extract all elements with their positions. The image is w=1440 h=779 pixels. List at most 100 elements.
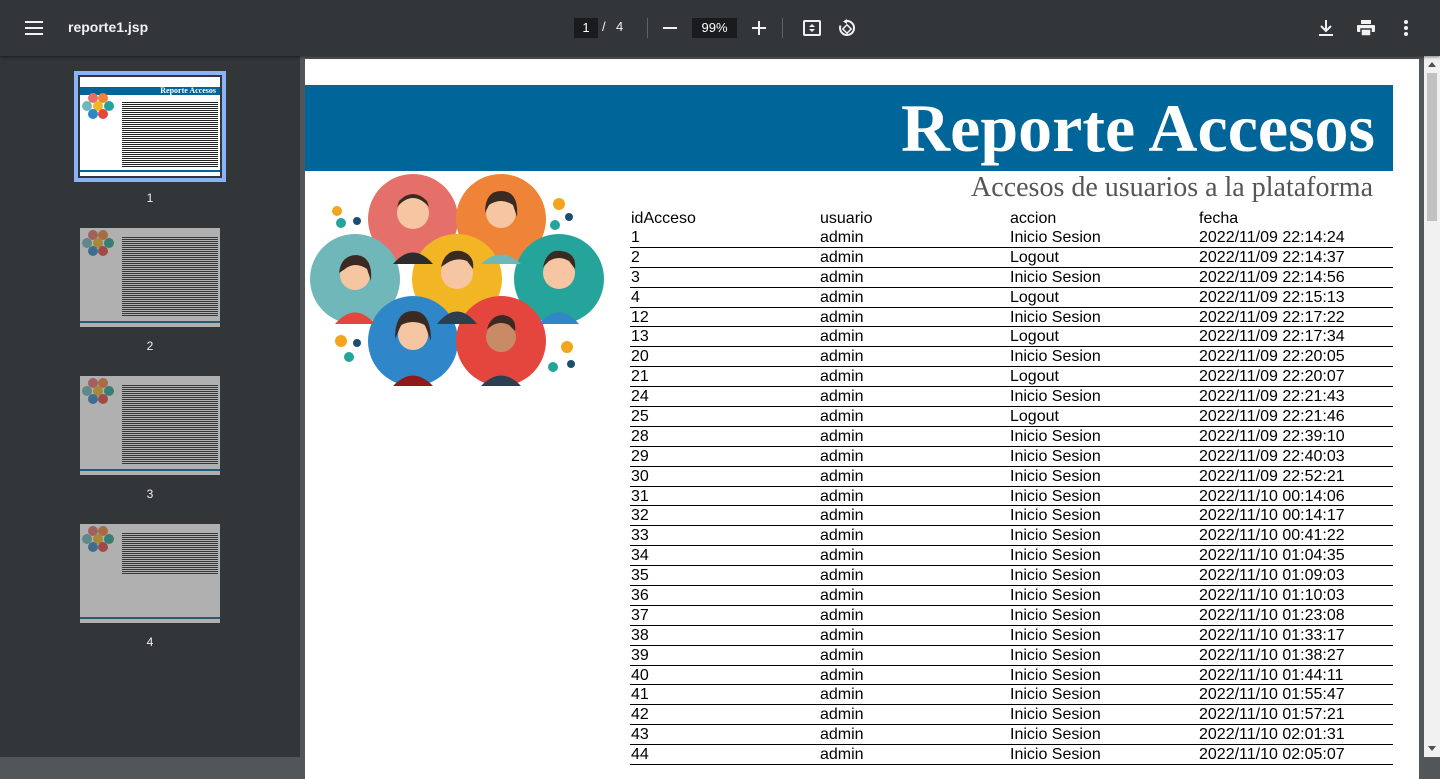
- date-cell: 2022/11/10 00:14:06: [1199, 487, 1345, 505]
- action-cell: Inicio Sesion: [1010, 666, 1101, 684]
- date-cell: 2022/11/09 22:21:46: [1199, 408, 1345, 426]
- id-cell: 42: [631, 706, 649, 724]
- thumbnail-footer: [80, 617, 220, 619]
- table-row: 35 admin Inicio Sesion 2022/11/10 01:09:03: [630, 566, 1393, 587]
- pdf-toolbar: reporte1.jsp 1 / 4 99%: [0, 0, 1440, 56]
- user-cell: admin: [820, 368, 864, 386]
- thumbnail-footer: [80, 321, 220, 323]
- user-cell: admin: [820, 447, 864, 465]
- date-cell: 2022/11/09 22:17:34: [1199, 328, 1345, 346]
- user-cell: admin: [820, 626, 864, 644]
- action-cell: Logout: [1010, 368, 1059, 386]
- id-cell: 4: [631, 288, 640, 306]
- vertical-scrollbar[interactable]: [1424, 56, 1440, 757]
- scroll-up-arrow-icon[interactable]: [1428, 62, 1436, 67]
- fit-page-icon[interactable]: [798, 14, 826, 42]
- table-row: 1 admin Inicio Sesion 2022/11/09 22:14:24: [630, 228, 1393, 248]
- user-cell: admin: [820, 308, 864, 326]
- table-row: 41 admin Inicio Sesion 2022/11/10 01:55:47: [630, 685, 1393, 706]
- page-thumbnail-3[interactable]: [80, 376, 220, 475]
- table-row: 32 admin Inicio Sesion 2022/11/10 00:14:17: [630, 506, 1393, 527]
- user-cell: admin: [820, 587, 864, 605]
- user-cell: admin: [820, 666, 864, 684]
- thumbnail-people-image: [82, 230, 120, 258]
- user-cell: admin: [820, 606, 864, 624]
- table-row: 13 admin Logout 2022/11/09 22:17:34: [630, 327, 1393, 348]
- download-icon[interactable]: [1312, 14, 1340, 42]
- action-cell: Logout: [1010, 328, 1059, 346]
- zoom-out-icon[interactable]: [656, 14, 684, 42]
- action-cell: Inicio Sesion: [1010, 308, 1101, 326]
- date-cell: 2022/11/10 02:05:07: [1199, 746, 1345, 764]
- date-cell: 2022/11/09 22:40:03: [1199, 447, 1345, 465]
- id-cell: 3: [631, 268, 640, 286]
- id-cell: 25: [631, 408, 649, 426]
- id-cell: 34: [631, 547, 649, 565]
- action-cell: Inicio Sesion: [1010, 706, 1101, 724]
- user-cell: admin: [820, 746, 864, 764]
- date-cell: 2022/11/10 00:14:17: [1199, 507, 1345, 525]
- page-thumbnail-4[interactable]: [80, 524, 220, 623]
- date-cell: 2022/11/10 01:23:08: [1199, 606, 1345, 624]
- id-cell: 12: [631, 308, 649, 326]
- user-cell: admin: [820, 507, 864, 525]
- thumbnail-table: [122, 532, 218, 574]
- date-cell: 2022/11/09 22:39:10: [1199, 427, 1345, 445]
- action-cell: Inicio Sesion: [1010, 646, 1101, 664]
- page-thumbnail-2[interactable]: [80, 228, 220, 327]
- action-cell: Inicio Sesion: [1010, 726, 1101, 744]
- page-number-input[interactable]: 1: [574, 18, 598, 38]
- table-row: 21 admin Logout 2022/11/09 22:20:07: [630, 367, 1393, 388]
- toolbar-divider: [782, 18, 783, 38]
- action-cell: Inicio Sesion: [1010, 268, 1101, 286]
- report-banner: Reporte Accesos: [305, 85, 1393, 171]
- zoom-in-icon[interactable]: [745, 14, 773, 42]
- thumbnail-table: [122, 384, 218, 464]
- table-row: 33 admin Inicio Sesion 2022/11/10 00:41:22: [630, 526, 1393, 547]
- action-cell: Inicio Sesion: [1010, 527, 1101, 545]
- table-row: 30 admin Inicio Sesion 2022/11/09 22:52:21: [630, 467, 1393, 487]
- id-cell: 37: [631, 606, 649, 624]
- thumbnail-table: [122, 236, 218, 316]
- id-cell: 24: [631, 388, 649, 406]
- user-cell: admin: [820, 408, 864, 426]
- table-row: 25 admin Logout 2022/11/09 22:21:46: [630, 407, 1393, 427]
- pdf-page: Reporte Accesos Accesos de usuarios a la…: [305, 59, 1419, 779]
- date-cell: 2022/11/09 22:21:43: [1199, 388, 1345, 406]
- scroll-down-arrow-icon[interactable]: [1428, 746, 1436, 751]
- table-row: 28 admin Inicio Sesion 2022/11/09 22:39:10: [630, 427, 1393, 447]
- action-cell: Inicio Sesion: [1010, 229, 1101, 246]
- print-icon[interactable]: [1352, 14, 1380, 42]
- rotate-icon[interactable]: [833, 14, 861, 42]
- column-header: idAcceso: [631, 210, 696, 227]
- hamburger-menu-icon[interactable]: [20, 16, 48, 40]
- scrollbar-thumb[interactable]: [1427, 73, 1437, 221]
- action-cell: Logout: [1010, 408, 1059, 426]
- action-cell: Inicio Sesion: [1010, 507, 1101, 525]
- id-cell: 43: [631, 726, 649, 744]
- more-vert-icon[interactable]: [1392, 14, 1420, 42]
- file-name: reporte1.jsp: [68, 19, 149, 35]
- id-cell: 39: [631, 646, 649, 664]
- column-header: usuario: [820, 210, 873, 227]
- page-separator: /: [602, 19, 606, 34]
- action-cell: Inicio Sesion: [1010, 427, 1101, 445]
- action-cell: Inicio Sesion: [1010, 348, 1101, 366]
- thumbnail-label: 4: [146, 635, 154, 649]
- id-cell: 44: [631, 746, 649, 764]
- page-thumbnail-1[interactable]: Reporte Accesos: [74, 71, 226, 182]
- table-row: 40 admin Inicio Sesion 2022/11/10 01:44:11: [630, 666, 1393, 686]
- id-cell: 41: [631, 686, 649, 704]
- page-total: 4: [616, 19, 624, 34]
- table-row: 43 admin Inicio Sesion 2022/11/10 02:01:31: [630, 725, 1393, 746]
- id-cell: 33: [631, 527, 649, 545]
- user-cell: admin: [820, 686, 864, 704]
- action-cell: Logout: [1010, 248, 1059, 266]
- user-cell: admin: [820, 348, 864, 366]
- action-cell: Inicio Sesion: [1010, 447, 1101, 465]
- date-cell: 2022/11/09 22:52:21: [1199, 467, 1345, 485]
- zoom-level-input[interactable]: 99%: [692, 18, 737, 38]
- user-cell: admin: [820, 726, 864, 744]
- id-cell: 2: [631, 248, 640, 266]
- user-cell: admin: [820, 527, 864, 545]
